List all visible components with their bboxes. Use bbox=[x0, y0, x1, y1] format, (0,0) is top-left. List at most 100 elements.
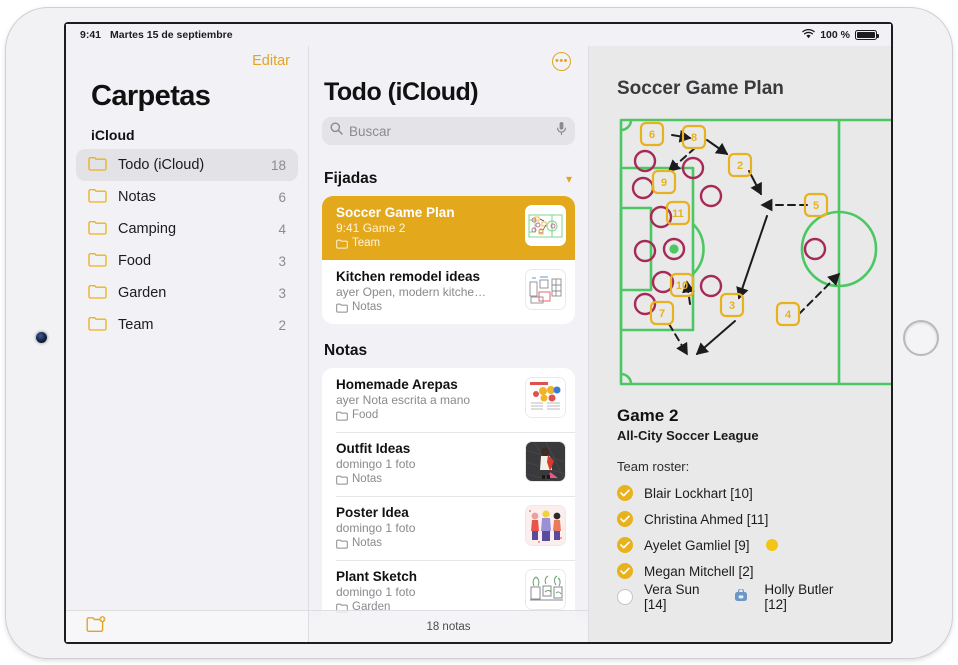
note-folder-tag: Team bbox=[336, 236, 517, 251]
battery-percent-label: 100 % bbox=[820, 29, 850, 41]
ellipsis-circle-icon[interactable]: ••• bbox=[552, 51, 571, 71]
note-meta: ayer Open, modern kitche… bbox=[336, 285, 487, 299]
folder-icon bbox=[88, 316, 118, 335]
roster-label: Team roster: bbox=[617, 459, 690, 474]
note-folder-name: Notas bbox=[352, 301, 383, 313]
note-list-item[interactable]: Outfit Ideas domingo 1 foto Notas bbox=[322, 432, 575, 496]
note-list-item[interactable]: Soccer Game Plan 9:41 Game 2 Team bbox=[322, 196, 575, 260]
note-list-item[interactable]: Homemade Arepas ayer Nota escrita a mano… bbox=[322, 368, 575, 432]
roster-player-name: Christina Ahmed [11] bbox=[644, 511, 769, 527]
notes-list-column: ••• Todo (iCloud) Buscar Fijadas ▾ Socce… bbox=[309, 46, 589, 642]
svg-text:2: 2 bbox=[737, 160, 743, 172]
sidebar-folder-notas[interactable]: Notas 6 bbox=[76, 181, 298, 213]
chevron-down-icon[interactable]: ▾ bbox=[566, 172, 572, 186]
soccer-field-diagram: 6 8 2 9 11 5 10 7 3 4 bbox=[617, 116, 891, 388]
checkbox-checked-icon[interactable] bbox=[617, 537, 633, 553]
outfit-photo-thumb bbox=[525, 441, 566, 482]
notes-section-header: Fijadas ▾ bbox=[309, 168, 588, 190]
roster-player-name-2: Holly Butler [12] bbox=[764, 582, 834, 612]
notes-group: Soccer Game Plan 9:41 Game 2 Team Kitche… bbox=[322, 196, 575, 324]
ipad-device-frame: 9:41 Martes 15 de septiembre 100 % Edita… bbox=[6, 8, 952, 658]
roster-item[interactable]: Megan Mitchell [2] bbox=[617, 558, 851, 584]
home-button[interactable] bbox=[903, 320, 939, 356]
svg-text:11: 11 bbox=[672, 208, 684, 220]
note-list-item[interactable]: Poster Idea domingo 1 foto Notas bbox=[322, 496, 575, 560]
svg-text:7: 7 bbox=[659, 308, 665, 320]
checkbox-checked-icon[interactable] bbox=[617, 511, 633, 527]
folder-name: Team bbox=[118, 317, 154, 333]
edit-button[interactable]: Editar bbox=[252, 53, 290, 69]
note-meta: domingo 1 foto bbox=[336, 585, 416, 599]
note-meta: domingo 1 foto bbox=[336, 457, 416, 471]
roster-item[interactable]: Blair Lockhart [10] bbox=[617, 480, 851, 506]
note-title: Plant Sketch bbox=[336, 569, 418, 584]
folder-icon bbox=[88, 188, 118, 207]
arepas-recipe-thumb bbox=[525, 377, 566, 418]
ipad-screen: 9:41 Martes 15 de septiembre 100 % Edita… bbox=[66, 24, 891, 642]
backpack-icon bbox=[734, 588, 748, 605]
folder-icon bbox=[88, 252, 118, 271]
roster-player-name: Blair Lockhart [10] bbox=[644, 485, 753, 501]
folder-icon bbox=[88, 220, 118, 239]
note-title: Kitchen remodel ideas bbox=[336, 269, 481, 284]
note-folder-name: Food bbox=[352, 409, 379, 421]
checkbox-unchecked-icon[interactable] bbox=[617, 589, 633, 605]
note-folder-tag: Food bbox=[336, 408, 517, 423]
note-meta: domingo 1 foto bbox=[336, 521, 416, 535]
sidebar-folder-camping[interactable]: Camping 4 bbox=[76, 213, 298, 245]
folder-icon bbox=[88, 284, 118, 303]
front-camera bbox=[36, 332, 47, 343]
checkbox-checked-icon[interactable] bbox=[617, 563, 633, 579]
svg-text:9: 9 bbox=[661, 177, 667, 189]
plant-sketch-thumb bbox=[525, 569, 566, 610]
note-meta: 9:41 Game 2 bbox=[336, 221, 406, 235]
roster-player-name: Vera Sun [14] bbox=[644, 582, 700, 612]
soccer-ball-icon bbox=[765, 539, 778, 551]
microphone-icon[interactable] bbox=[556, 121, 567, 141]
folder-count: 2 bbox=[278, 317, 286, 333]
folder-list: Todo (iCloud) 18 Notas 6 Camping 4 Food … bbox=[66, 149, 308, 341]
wifi-icon bbox=[802, 28, 815, 42]
roster-item[interactable]: Christina Ahmed [11] bbox=[617, 506, 851, 532]
sidebar-folder-todo-icloud[interactable]: Todo (iCloud) 18 bbox=[76, 149, 298, 181]
game-heading: Game 2 bbox=[617, 406, 679, 425]
account-header-icloud: iCloud bbox=[91, 127, 135, 143]
notes-sections: Fijadas ▾ Soccer Game Plan 9:41 Game 2 Te… bbox=[309, 168, 588, 642]
folders-sidebar: Editar Carpetas iCloud Todo (iCloud) 18 … bbox=[66, 46, 309, 642]
new-folder-icon[interactable] bbox=[86, 615, 106, 638]
note-folder-name: Team bbox=[352, 237, 381, 249]
notes-group: Homemade Arepas ayer Nota escrita a mano… bbox=[322, 368, 575, 642]
svg-text:4: 4 bbox=[785, 309, 792, 321]
poster-illustration-thumb bbox=[525, 505, 566, 546]
soccer-field-thumb bbox=[525, 205, 566, 246]
folder-count: 4 bbox=[278, 221, 286, 237]
note-folder-tag: Notas bbox=[336, 536, 517, 551]
section-title: Notas bbox=[324, 342, 368, 359]
sidebar-folder-food[interactable]: Food 3 bbox=[76, 245, 298, 277]
note-folder-name: Notas bbox=[352, 537, 383, 549]
folder-count: 6 bbox=[278, 189, 286, 205]
sidebar-toolbar bbox=[66, 610, 308, 642]
sidebar-folder-garden[interactable]: Garden 3 bbox=[76, 277, 298, 309]
search-placeholder: Buscar bbox=[349, 123, 392, 139]
note-title: Poster Idea bbox=[336, 505, 409, 520]
sidebar-folder-team[interactable]: Team 2 bbox=[76, 309, 298, 341]
roster-item[interactable]: Ayelet Gamliel [9] bbox=[617, 532, 851, 558]
note-meta: ayer Nota escrita a mano bbox=[336, 393, 471, 407]
status-date: Martes 15 de septiembre bbox=[110, 29, 233, 41]
roster-item[interactable]: Vera Sun [14] Holly Butler [12] bbox=[617, 582, 851, 612]
notes-list-title: Todo (iCloud) bbox=[324, 78, 479, 106]
note-detail-title: Soccer Game Plan bbox=[617, 78, 784, 99]
roster-player-name: Ayelet Gamliel [9] bbox=[644, 537, 750, 553]
search-input[interactable]: Buscar bbox=[322, 117, 575, 145]
battery-icon bbox=[855, 30, 879, 40]
note-folder-name: Notas bbox=[352, 473, 383, 485]
folder-name: Notas bbox=[118, 189, 156, 205]
folder-name: Camping bbox=[118, 221, 177, 237]
svg-text:10: 10 bbox=[676, 280, 688, 292]
sidebar-title: Carpetas bbox=[91, 80, 211, 112]
note-list-item[interactable]: Kitchen remodel ideas ayer Open, modern … bbox=[322, 260, 575, 324]
checkbox-checked-icon[interactable] bbox=[617, 485, 633, 501]
section-title: Fijadas bbox=[324, 170, 378, 187]
kitchen-sketch-thumb bbox=[525, 269, 566, 310]
